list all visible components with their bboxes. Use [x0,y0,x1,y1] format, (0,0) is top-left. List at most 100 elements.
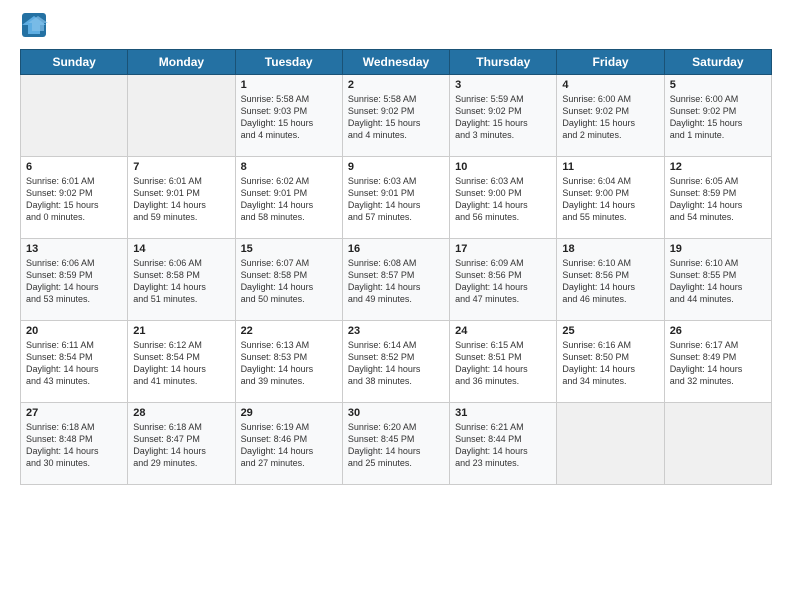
day-number: 30 [348,407,444,419]
calendar-cell: 30 Sunrise: 6:20 AM Sunset: 8:45 PM Dayli… [342,403,449,485]
day-info: Sunrise: 6:15 AM Sunset: 8:51 PM Dayligh… [455,339,551,388]
page-header [20,15,772,39]
calendar-cell: 13 Sunrise: 6:06 AM Sunset: 8:59 PM Dayli… [21,239,128,321]
day-number: 8 [241,161,337,173]
day-info: Sunrise: 6:17 AM Sunset: 8:49 PM Dayligh… [670,339,766,388]
day-info: Sunrise: 6:18 AM Sunset: 8:48 PM Dayligh… [26,421,122,470]
calendar-cell: 17 Sunrise: 6:09 AM Sunset: 8:56 PM Dayli… [450,239,557,321]
day-info: Sunrise: 6:00 AM Sunset: 9:02 PM Dayligh… [562,93,658,142]
weekday-header-wednesday: Wednesday [342,50,449,75]
day-info: Sunrise: 6:05 AM Sunset: 8:59 PM Dayligh… [670,175,766,224]
calendar-cell: 22 Sunrise: 6:13 AM Sunset: 8:53 PM Dayli… [235,321,342,403]
day-number: 18 [562,243,658,255]
calendar-cell: 19 Sunrise: 6:10 AM Sunset: 8:55 PM Dayli… [664,239,771,321]
calendar-cell: 9Sunrise: 6:03 AM Sunset: 9:01 PM Daylig… [342,157,449,239]
day-number: 9 [348,161,444,173]
weekday-header-monday: Monday [128,50,235,75]
calendar-cell: 2 Sunrise: 5:58 AM Sunset: 9:02 PM Daylig… [342,75,449,157]
day-info: Sunrise: 6:03 AM Sunset: 9:00 PM Dayligh… [455,175,551,224]
day-number: 13 [26,243,122,255]
calendar-cell: 27 Sunrise: 6:18 AM Sunset: 8:48 PM Dayli… [21,403,128,485]
calendar-cell: 26 Sunrise: 6:17 AM Sunset: 8:49 PM Dayli… [664,321,771,403]
day-info: Sunrise: 6:21 AM Sunset: 8:44 PM Dayligh… [455,421,551,470]
day-number: 24 [455,325,551,337]
day-info: Sunrise: 5:58 AM Sunset: 9:03 PM Dayligh… [241,93,337,142]
day-number: 5 [670,79,766,91]
day-number: 12 [670,161,766,173]
calendar-cell: 23 Sunrise: 6:14 AM Sunset: 8:52 PM Dayli… [342,321,449,403]
day-number: 19 [670,243,766,255]
weekday-header-sunday: Sunday [21,50,128,75]
day-info: Sunrise: 6:02 AM Sunset: 9:01 PM Dayligh… [241,175,337,224]
day-number: 27 [26,407,122,419]
calendar-cell: 7 Sunrise: 6:01 AM Sunset: 9:01 PM Daylig… [128,157,235,239]
calendar-cell: 16 Sunrise: 6:08 AM Sunset: 8:57 PM Dayli… [342,239,449,321]
day-number: 2 [348,79,444,91]
day-info: Sunrise: 6:09 AM Sunset: 8:56 PM Dayligh… [455,257,551,306]
calendar-cell: 25Sunrise: 6:16 AM Sunset: 8:50 PM Dayli… [557,321,664,403]
weekday-header-thursday: Thursday [450,50,557,75]
calendar-cell: 31 Sunrise: 6:21 AM Sunset: 8:44 PM Dayli… [450,403,557,485]
day-number: 20 [26,325,122,337]
calendar-week-5: 27 Sunrise: 6:18 AM Sunset: 8:48 PM Dayli… [21,403,772,485]
day-info: Sunrise: 6:10 AM Sunset: 8:56 PM Dayligh… [562,257,658,306]
day-info: Sunrise: 6:19 AM Sunset: 8:46 PM Dayligh… [241,421,337,470]
day-number: 26 [670,325,766,337]
day-number: 4 [562,79,658,91]
day-info: Sunrise: 6:08 AM Sunset: 8:57 PM Dayligh… [348,257,444,306]
weekday-header-row: SundayMondayTuesdayWednesdayThursdayFrid… [21,50,772,75]
day-info: Sunrise: 6:01 AM Sunset: 9:01 PM Dayligh… [133,175,229,224]
calendar-cell: 5 Sunrise: 6:00 AM Sunset: 9:02 PM Daylig… [664,75,771,157]
day-info: Sunrise: 5:59 AM Sunset: 9:02 PM Dayligh… [455,93,551,142]
day-info: Sunrise: 6:06 AM Sunset: 8:59 PM Dayligh… [26,257,122,306]
day-info: Sunrise: 6:20 AM Sunset: 8:45 PM Dayligh… [348,421,444,470]
day-info: Sunrise: 6:01 AM Sunset: 9:02 PM Dayligh… [26,175,122,224]
day-info: Sunrise: 6:16 AM Sunset: 8:50 PM Dayligh… [562,339,658,388]
calendar-cell: 20 Sunrise: 6:11 AM Sunset: 8:54 PM Dayli… [21,321,128,403]
calendar-cell: 6Sunrise: 6:01 AM Sunset: 9:02 PM Daylig… [21,157,128,239]
day-info: Sunrise: 6:10 AM Sunset: 8:55 PM Dayligh… [670,257,766,306]
day-info: Sunrise: 6:14 AM Sunset: 8:52 PM Dayligh… [348,339,444,388]
calendar-cell: 14 Sunrise: 6:06 AM Sunset: 8:58 PM Dayli… [128,239,235,321]
calendar-week-2: 6Sunrise: 6:01 AM Sunset: 9:02 PM Daylig… [21,157,772,239]
day-info: Sunrise: 6:12 AM Sunset: 8:54 PM Dayligh… [133,339,229,388]
day-number: 23 [348,325,444,337]
calendar-cell: 24 Sunrise: 6:15 AM Sunset: 8:51 PM Dayli… [450,321,557,403]
calendar-cell: 12 Sunrise: 6:05 AM Sunset: 8:59 PM Dayli… [664,157,771,239]
calendar-cell: 4 Sunrise: 6:00 AM Sunset: 9:02 PM Daylig… [557,75,664,157]
day-number: 14 [133,243,229,255]
day-info: Sunrise: 6:06 AM Sunset: 8:58 PM Dayligh… [133,257,229,306]
calendar-cell [128,75,235,157]
weekday-header-friday: Friday [557,50,664,75]
day-info: Sunrise: 6:00 AM Sunset: 9:02 PM Dayligh… [670,93,766,142]
calendar-cell [21,75,128,157]
day-number: 1 [241,79,337,91]
day-number: 31 [455,407,551,419]
day-number: 16 [348,243,444,255]
weekday-header-tuesday: Tuesday [235,50,342,75]
day-number: 21 [133,325,229,337]
weekday-header-saturday: Saturday [664,50,771,75]
day-number: 7 [133,161,229,173]
calendar-cell: 3 Sunrise: 5:59 AM Sunset: 9:02 PM Daylig… [450,75,557,157]
calendar-cell [664,403,771,485]
day-number: 22 [241,325,337,337]
calendar-week-4: 20 Sunrise: 6:11 AM Sunset: 8:54 PM Dayli… [21,321,772,403]
day-info: Sunrise: 6:04 AM Sunset: 9:00 PM Dayligh… [562,175,658,224]
calendar-cell: 15Sunrise: 6:07 AM Sunset: 8:58 PM Dayli… [235,239,342,321]
calendar-table: SundayMondayTuesdayWednesdayThursdayFrid… [20,49,772,485]
calendar-cell: 1 Sunrise: 5:58 AM Sunset: 9:03 PM Daylig… [235,75,342,157]
calendar-cell [557,403,664,485]
day-info: Sunrise: 6:18 AM Sunset: 8:47 PM Dayligh… [133,421,229,470]
day-number: 17 [455,243,551,255]
calendar-cell: 28 Sunrise: 6:18 AM Sunset: 8:47 PM Dayli… [128,403,235,485]
day-info: Sunrise: 5:58 AM Sunset: 9:02 PM Dayligh… [348,93,444,142]
calendar-cell: 21 Sunrise: 6:12 AM Sunset: 8:54 PM Dayli… [128,321,235,403]
calendar-week-3: 13 Sunrise: 6:06 AM Sunset: 8:59 PM Dayli… [21,239,772,321]
calendar-cell: 8 Sunrise: 6:02 AM Sunset: 9:01 PM Daylig… [235,157,342,239]
day-info: Sunrise: 6:11 AM Sunset: 8:54 PM Dayligh… [26,339,122,388]
day-info: Sunrise: 6:13 AM Sunset: 8:53 PM Dayligh… [241,339,337,388]
day-number: 3 [455,79,551,91]
day-number: 28 [133,407,229,419]
calendar-cell: 29Sunrise: 6:19 AM Sunset: 8:46 PM Dayli… [235,403,342,485]
